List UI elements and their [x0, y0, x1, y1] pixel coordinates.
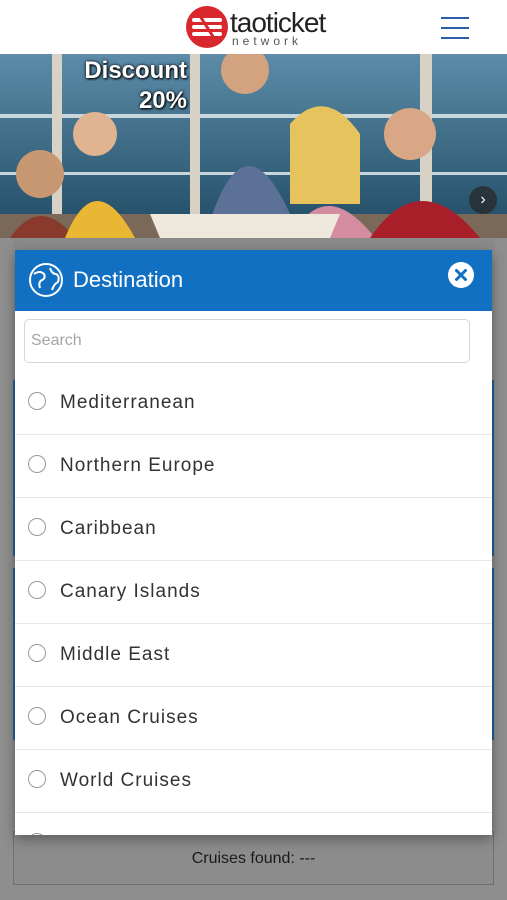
destination-option-label: Indian Ocean — [60, 832, 185, 835]
destination-option-label: Canary Islands — [60, 581, 201, 602]
discount-value: 20% — [138, 87, 187, 114]
hamburger-menu-icon[interactable] — [441, 17, 469, 39]
destination-option[interactable]: Middle East — [15, 624, 492, 687]
radio-button[interactable] — [28, 707, 46, 725]
modal-header: Destination — [15, 250, 492, 311]
radio-button[interactable] — [28, 392, 46, 410]
logo[interactable]: taoticket network — [186, 6, 326, 50]
radio-button[interactable] — [28, 770, 46, 788]
hero-banner[interactable]: Discount 20% › — [0, 54, 507, 238]
destination-list: Mediterranean Northern Europe Caribbean Can… — [15, 372, 492, 835]
radio-button[interactable] — [28, 644, 46, 662]
destination-option-label: Northern Europe — [60, 455, 216, 476]
destination-option[interactable]: Caribbean — [15, 498, 492, 561]
destination-option[interactable]: Canary Islands — [15, 561, 492, 624]
destination-modal: Destination Mediterranean Northern Europe… — [15, 250, 492, 835]
results-bar[interactable]: Cruises found: --- — [13, 831, 494, 885]
logo-mark-icon — [186, 6, 228, 48]
destination-option[interactable]: Northern Europe — [15, 435, 492, 498]
radio-button[interactable] — [28, 833, 46, 835]
destination-option[interactable]: World Cruises — [15, 750, 492, 813]
discount-badge: Discount 20% — [84, 56, 187, 116]
radio-button[interactable] — [28, 455, 46, 473]
brand-subtitle: network — [232, 34, 303, 48]
destination-option-label: World Cruises — [60, 770, 192, 791]
search-input[interactable] — [24, 319, 470, 363]
discount-label: Discount — [84, 57, 187, 84]
destination-option[interactable]: Mediterranean — [15, 372, 492, 435]
globe-icon — [29, 263, 63, 297]
hero-photo — [0, 54, 507, 238]
destination-option-label: Caribbean — [60, 518, 157, 539]
close-icon[interactable] — [448, 262, 474, 288]
site-header: taoticket network — [0, 0, 507, 54]
destination-option-label: Mediterranean — [60, 392, 196, 413]
radio-button[interactable] — [28, 581, 46, 599]
results-count: Cruises found: --- — [191, 850, 316, 867]
destination-option[interactable]: Indian Ocean — [15, 813, 492, 835]
modal-title: Destination — [73, 267, 184, 292]
chevron-right-icon[interactable]: › — [469, 186, 497, 214]
destination-option-label: Middle East — [60, 644, 171, 665]
destination-option-label: Ocean Cruises — [60, 707, 199, 728]
destination-option[interactable]: Ocean Cruises — [15, 687, 492, 750]
radio-button[interactable] — [28, 518, 46, 536]
